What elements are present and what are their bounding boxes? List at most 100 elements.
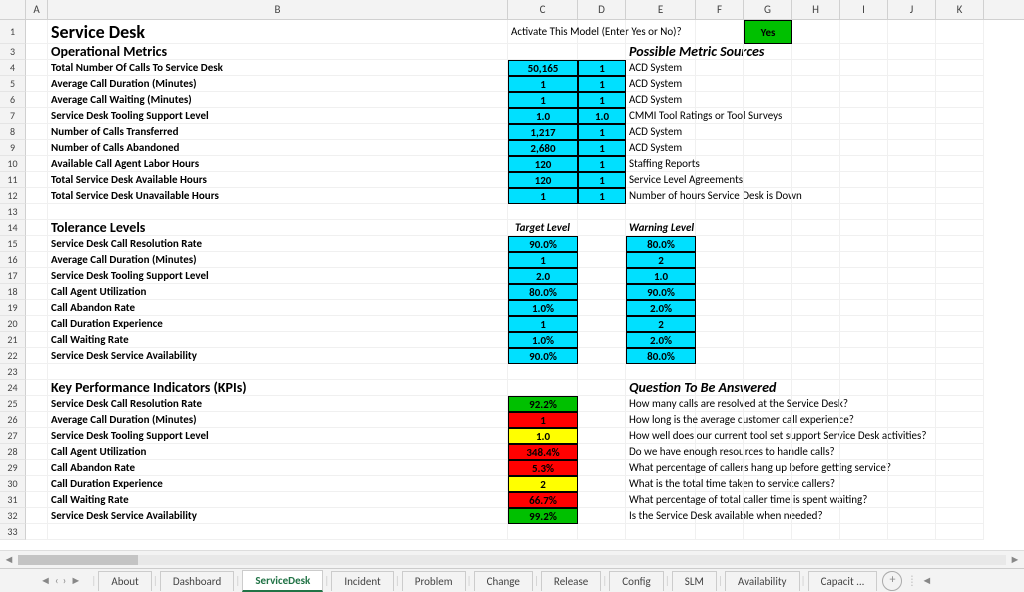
activate-prompt[interactable]: Activate This Model (Enter Yes or No)?	[508, 20, 578, 44]
tolerance-target[interactable]: 1.0%	[508, 332, 578, 348]
tolerance-header[interactable]: Tolerance Levels	[48, 220, 508, 236]
metric-source[interactable]: Number of hours Service Desk is Down	[626, 188, 696, 204]
metric-source[interactable]: Staffing Reports	[626, 156, 696, 172]
metric-label[interactable]: Average Call Duration (Minutes)	[48, 76, 508, 92]
tab-scroll-icon[interactable]: ◄	[921, 574, 932, 587]
metric-sources-header[interactable]: Possible Metric Sources	[626, 44, 696, 60]
tolerance-label[interactable]: Call Abandon Rate	[48, 300, 508, 316]
metric-value-c[interactable]: 1	[508, 188, 578, 204]
metric-value-d[interactable]: 1	[578, 188, 626, 204]
metric-source[interactable]: ACD System	[626, 76, 696, 92]
new-sheet-button[interactable]: +	[882, 571, 902, 591]
col-header-H[interactable]: H	[792, 0, 840, 19]
metric-value-d[interactable]: 1	[578, 60, 626, 76]
sheet-tab[interactable]: Problem	[402, 571, 466, 591]
kpi-label[interactable]: Call Waiting Rate	[48, 492, 508, 508]
kpi-label[interactable]: Service Desk Call Resolution Rate	[48, 396, 508, 412]
tab-prev-icon[interactable]: ‹	[55, 574, 59, 587]
scroll-thumb[interactable]	[18, 555, 138, 565]
metric-value-c[interactable]: 2,680	[508, 140, 578, 156]
metric-value-d[interactable]: 1	[578, 76, 626, 92]
horizontal-scrollbar[interactable]: ◄ ►	[0, 550, 1024, 568]
col-header-F[interactable]: F	[696, 0, 744, 19]
metric-label[interactable]: Total Service Desk Unavailable Hours	[48, 188, 508, 204]
tolerance-label[interactable]: Call Agent Utilization	[48, 284, 508, 300]
scroll-left-icon[interactable]: ◄	[0, 553, 18, 566]
metric-value-c[interactable]: 1	[508, 76, 578, 92]
tolerance-label[interactable]: Service Desk Tooling Support Level	[48, 268, 508, 284]
kpi-value[interactable]: 1	[508, 412, 578, 428]
sheet-tab[interactable]: Config	[609, 571, 663, 591]
col-header-A[interactable]: A	[26, 0, 48, 19]
page-title[interactable]: Service Desk	[48, 20, 508, 44]
sheet-tab[interactable]: About	[98, 571, 151, 591]
metric-source[interactable]: ACD System	[626, 60, 696, 76]
kpi-question[interactable]: How long is the average customer call ex…	[626, 412, 696, 428]
tolerance-label[interactable]: Service Desk Call Resolution Rate	[48, 236, 508, 252]
tolerance-target[interactable]: 80.0%	[508, 284, 578, 300]
sheet-tab[interactable]: Dashboard	[160, 571, 234, 591]
kpi-question[interactable]: Do we have enough resources to handle ca…	[626, 444, 696, 460]
kpi-question[interactable]: Is the Service Desk available when neede…	[626, 508, 696, 524]
col-header-J[interactable]: J	[888, 0, 936, 19]
kpi-value[interactable]: 1.0	[508, 428, 578, 444]
tolerance-target[interactable]: 2.0	[508, 268, 578, 284]
col-header-C[interactable]: C	[508, 0, 578, 19]
tolerance-warning[interactable]: 90.0%	[626, 284, 696, 300]
kpi-value[interactable]: 99.2%	[508, 508, 578, 524]
tolerance-warning[interactable]: 2.0%	[626, 332, 696, 348]
row-header[interactable]: 1	[0, 20, 26, 44]
operational-metrics-header[interactable]: Operational Metrics	[48, 44, 508, 60]
kpi-question[interactable]: What is the total time taken to service …	[626, 476, 696, 492]
sheet-tab[interactable]: Capacit ...	[808, 571, 878, 591]
col-header-E[interactable]: E	[626, 0, 696, 19]
tab-nav-buttons[interactable]: ◄ ‹ › ►	[40, 574, 81, 587]
metric-value-c[interactable]: 50,165	[508, 60, 578, 76]
metric-source[interactable]: ACD System	[626, 140, 696, 156]
metric-label[interactable]: Service Desk Tooling Support Level	[48, 108, 508, 124]
metric-source[interactable]: CMMI Tool Ratings or Tool Surveys	[626, 108, 696, 124]
metric-label[interactable]: Number of Calls Abandoned	[48, 140, 508, 156]
sheet-tab[interactable]: Incident	[331, 571, 393, 591]
tolerance-target[interactable]: 90.0%	[508, 348, 578, 364]
col-header-G[interactable]: G	[744, 0, 792, 19]
metric-source[interactable]: ACD System	[626, 92, 696, 108]
tab-first-icon[interactable]: ◄	[40, 574, 51, 587]
metric-value-c[interactable]: 120	[508, 156, 578, 172]
target-level-header[interactable]: Target Level	[508, 220, 578, 236]
tolerance-label[interactable]: Call Duration Experience	[48, 316, 508, 332]
kpi-label[interactable]: Service Desk Tooling Support Level	[48, 428, 508, 444]
kpi-header[interactable]: Key Performance Indicators (KPIs)	[48, 380, 508, 396]
activate-value[interactable]: Yes	[744, 20, 792, 44]
tolerance-label[interactable]: Service Desk Service Availability	[48, 348, 508, 364]
col-header-K[interactable]: K	[936, 0, 984, 19]
cell[interactable]	[26, 20, 48, 44]
tolerance-target[interactable]: 1	[508, 252, 578, 268]
kpi-question[interactable]: What percentage of total caller time is …	[626, 492, 696, 508]
scroll-track[interactable]	[18, 555, 1006, 565]
tolerance-warning[interactable]: 2	[626, 252, 696, 268]
tolerance-warning[interactable]: 2.0%	[626, 300, 696, 316]
tolerance-warning[interactable]: 80.0%	[626, 348, 696, 364]
kpi-value[interactable]: 5.3%	[508, 460, 578, 476]
kpi-question[interactable]: How well does our current tool set suppo…	[626, 428, 696, 444]
tolerance-label[interactable]: Call Waiting Rate	[48, 332, 508, 348]
col-header-D[interactable]: D	[578, 0, 626, 19]
metric-value-d[interactable]: 1	[578, 140, 626, 156]
metric-value-c[interactable]: 1.0	[508, 108, 578, 124]
metric-value-c[interactable]: 1	[508, 92, 578, 108]
metric-label[interactable]: Total Service Desk Available Hours	[48, 172, 508, 188]
col-header-B[interactable]: B	[48, 0, 508, 19]
tolerance-warning[interactable]: 80.0%	[626, 236, 696, 252]
kpi-label[interactable]: Call Abandon Rate	[48, 460, 508, 476]
tolerance-target[interactable]: 90.0%	[508, 236, 578, 252]
sheet-tab[interactable]: SLM	[672, 571, 717, 591]
metric-label[interactable]: Average Call Waiting (Minutes)	[48, 92, 508, 108]
tolerance-warning[interactable]: 2	[626, 316, 696, 332]
sheet-tab[interactable]: Change	[474, 571, 533, 591]
col-header-I[interactable]: I	[840, 0, 888, 19]
question-header[interactable]: Question To Be Answered	[626, 380, 696, 396]
kpi-value[interactable]: 66.7%	[508, 492, 578, 508]
metric-value-d[interactable]: 1	[578, 92, 626, 108]
sheet-tab[interactable]: Release	[541, 571, 601, 591]
